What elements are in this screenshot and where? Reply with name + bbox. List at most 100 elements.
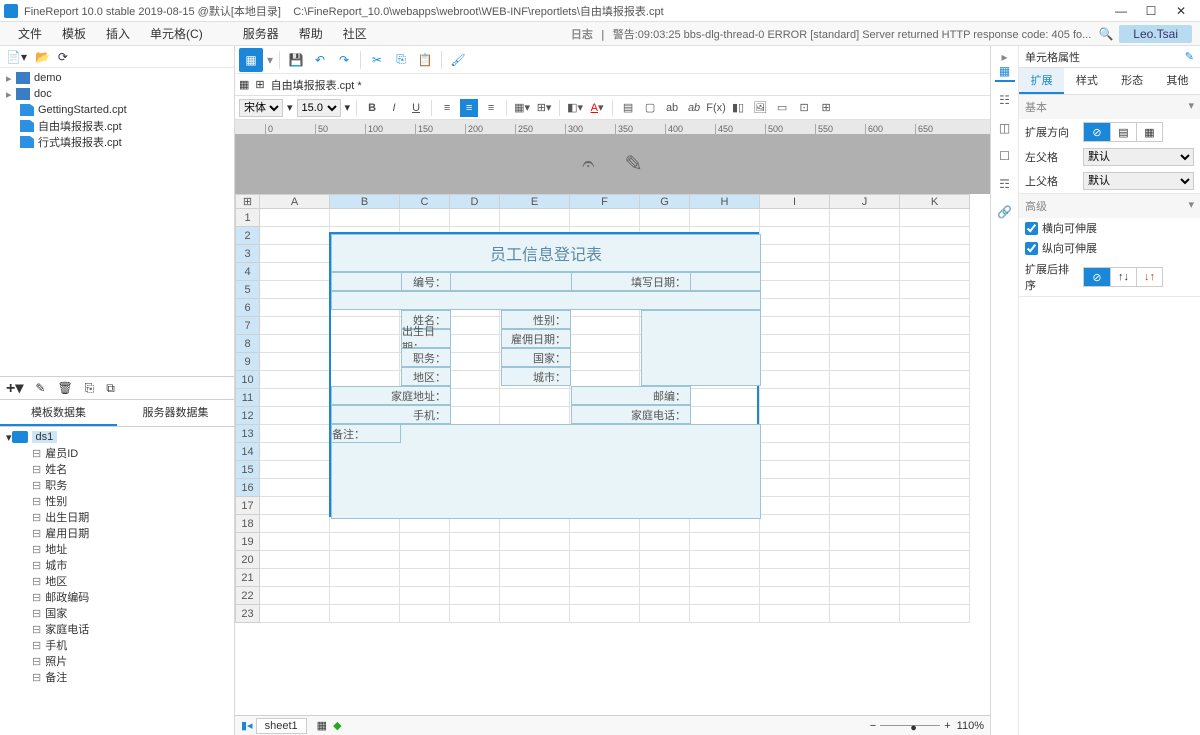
ptab-shape[interactable]: 形态: [1110, 68, 1155, 94]
ds-col[interactable]: ⊟备注: [0, 669, 234, 685]
ds-col[interactable]: ⊟手机: [0, 637, 234, 653]
edit-icon[interactable]: ✎: [624, 151, 642, 177]
grid[interactable]: ⊞ABCDEFGHIJK1234567891011121314151617181…: [235, 194, 990, 715]
widget2-icon[interactable]: ☐: [995, 146, 1015, 166]
ds-col[interactable]: ⊟国家: [0, 605, 234, 621]
ds-col[interactable]: ⊟职务: [0, 477, 234, 493]
folder-demo[interactable]: ▸demo: [0, 70, 234, 86]
ds-col[interactable]: ⊟城市: [0, 557, 234, 573]
sort-none[interactable]: ⊘: [1084, 268, 1110, 286]
cut-icon[interactable]: ✂: [367, 50, 387, 70]
align-left-icon[interactable]: ≡: [438, 99, 456, 117]
user-badge[interactable]: Leo.Tsai: [1119, 25, 1192, 43]
widget-icon[interactable]: ab: [663, 99, 681, 117]
sheet-ok-icon[interactable]: ◆: [333, 719, 341, 732]
cellprops-icon[interactable]: ▦: [995, 62, 1015, 82]
open-file-icon[interactable]: 📂: [35, 50, 50, 64]
tab-server-ds[interactable]: 服务器数据集: [117, 400, 234, 426]
ds-col[interactable]: ⊟雇用日期: [0, 525, 234, 541]
add-ds-button[interactable]: +▾: [6, 378, 23, 398]
menu-server[interactable]: 服务器: [233, 25, 289, 42]
save-icon[interactable]: 💾: [286, 50, 306, 70]
zoom-in-icon[interactable]: +: [944, 720, 950, 732]
mode-icon[interactable]: ▦: [239, 48, 263, 72]
insert-table-icon[interactable]: ▤: [619, 99, 637, 117]
align-right-icon[interactable]: ≡: [482, 99, 500, 117]
chart-icon[interactable]: ▮▯: [729, 99, 747, 117]
search-icon[interactable]: 🔍: [1097, 27, 1115, 41]
italic-icon[interactable]: I: [385, 99, 403, 117]
bold-icon[interactable]: B: [363, 99, 381, 117]
ds-col[interactable]: ⊟姓名: [0, 461, 234, 477]
undo-icon[interactable]: ↶: [310, 50, 330, 70]
section-advanced[interactable]: 高级▾: [1019, 194, 1200, 218]
ds-col[interactable]: ⊟地区: [0, 573, 234, 589]
dir-none[interactable]: ⊘: [1084, 123, 1110, 141]
menu-insert[interactable]: 插入: [96, 25, 140, 42]
maximize-button[interactable]: ☐: [1136, 1, 1166, 21]
ptab-style[interactable]: 样式: [1064, 68, 1109, 94]
tab-template-ds[interactable]: 模板数据集: [0, 400, 117, 426]
delete-ds-icon[interactable]: 🗑: [57, 381, 72, 395]
nopreview-icon[interactable]: 𝄐: [582, 151, 594, 177]
fill-color-icon[interactable]: ◧▾: [566, 99, 584, 117]
sort-desc[interactable]: ↓↑: [1136, 268, 1162, 286]
menu-file[interactable]: 文件: [8, 25, 52, 42]
refresh-icon[interactable]: ⟳: [58, 50, 68, 64]
ds-col[interactable]: ⊟家庭电话: [0, 621, 234, 637]
topparent-select[interactable]: 默认: [1083, 172, 1194, 190]
minimize-button[interactable]: —: [1106, 1, 1136, 21]
dir-vert[interactable]: ▦: [1136, 123, 1162, 141]
file-gettingstarted[interactable]: GettingStarted.cpt: [0, 102, 234, 118]
ptab-other[interactable]: 其他: [1155, 68, 1200, 94]
image-icon[interactable]: 🖼: [751, 99, 769, 117]
tab-grid-icon[interactable]: ▦: [239, 78, 249, 91]
menu-cell[interactable]: 单元格(C): [140, 25, 213, 42]
sheet-tab[interactable]: sheet1: [256, 718, 307, 734]
font-color-icon[interactable]: A▾: [588, 99, 606, 117]
crop-icon[interactable]: ◫: [995, 118, 1015, 138]
menu-help[interactable]: 帮助: [289, 25, 333, 42]
edit-ds-icon[interactable]: ✎: [35, 381, 45, 395]
zoom-out-icon[interactable]: −: [870, 720, 876, 732]
ds-col[interactable]: ⊟雇员ID: [0, 445, 234, 461]
ds-col[interactable]: ⊟出生日期: [0, 509, 234, 525]
merge-icon[interactable]: ⊞▾: [535, 99, 553, 117]
tree-icon[interactable]: ☶: [995, 174, 1015, 194]
chk-vstretch[interactable]: [1025, 242, 1038, 255]
ds-col[interactable]: ⊟邮政编码: [0, 589, 234, 605]
leftparent-select[interactable]: 默认: [1083, 148, 1194, 166]
font-select[interactable]: 宋体: [239, 99, 283, 117]
ds-col[interactable]: ⊟照片: [0, 653, 234, 669]
ptab-expand[interactable]: 扩展: [1019, 68, 1064, 94]
paste-ds-icon[interactable]: ⧉: [106, 381, 115, 396]
align-center-icon[interactable]: ≡: [460, 99, 478, 117]
dir-horiz[interactable]: ▤: [1110, 123, 1136, 141]
insert-cell-icon[interactable]: ▢: [641, 99, 659, 117]
copy-ds-icon[interactable]: ⎘: [85, 381, 95, 396]
file-rowform[interactable]: 行式填报报表.cpt: [0, 134, 234, 150]
doc-tab[interactable]: 自由填报报表.cpt *: [271, 77, 362, 93]
copy-icon[interactable]: ⎘: [391, 50, 411, 70]
new-file-icon[interactable]: 📄▾: [6, 50, 27, 64]
group-icon[interactable]: ⊡: [795, 99, 813, 117]
float-icon[interactable]: ▭: [773, 99, 791, 117]
sort-asc[interactable]: ↑↓: [1110, 268, 1136, 286]
folder-doc[interactable]: ▸doc: [0, 86, 234, 102]
paste-icon[interactable]: 📋: [415, 50, 435, 70]
sheet-nav-icon[interactable]: ▮◂: [241, 719, 253, 732]
close-button[interactable]: ✕: [1166, 1, 1196, 21]
ds-node[interactable]: ▾ds1: [0, 429, 234, 445]
sheet-config-icon[interactable]: ▦: [317, 719, 327, 732]
formula-icon[interactable]: F(x): [707, 99, 725, 117]
border-icon[interactable]: ▦▾: [513, 99, 531, 117]
file-freeform[interactable]: 自由填报报表.cpt: [0, 118, 234, 134]
cond-icon[interactable]: ☷: [995, 90, 1015, 110]
edit-props-icon[interactable]: ✎: [1185, 50, 1194, 63]
text-icon[interactable]: ab: [685, 99, 703, 117]
tab-aux-icon[interactable]: ⊞: [255, 78, 264, 91]
section-basic[interactable]: 基本▾: [1019, 95, 1200, 119]
redo-icon[interactable]: ↷: [334, 50, 354, 70]
link-icon[interactable]: 🔗: [995, 202, 1015, 222]
menu-template[interactable]: 模板: [52, 25, 96, 42]
